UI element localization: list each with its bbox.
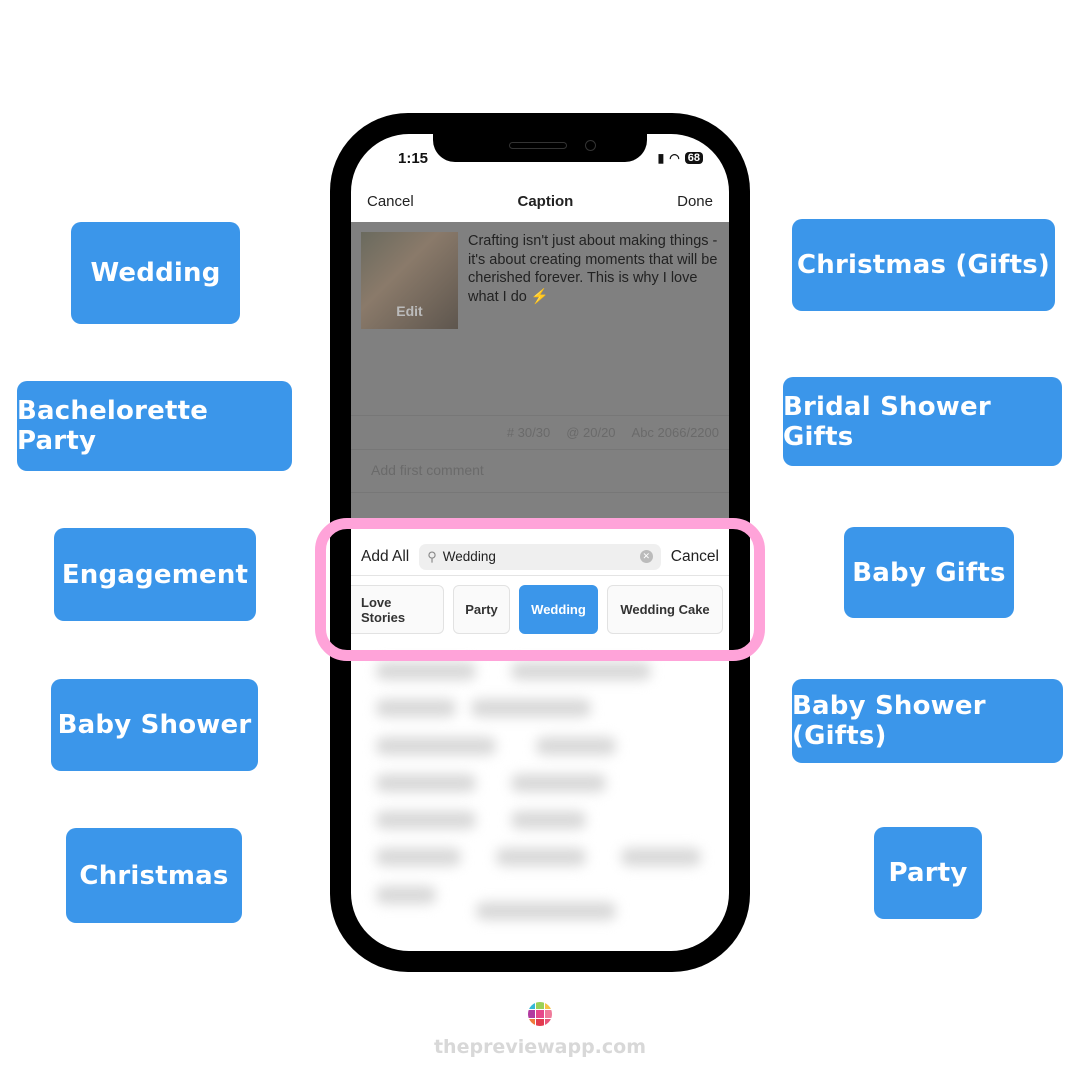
highlight-frame xyxy=(315,518,765,661)
page-title: Caption xyxy=(517,192,574,210)
signal-icon: ▮ xyxy=(657,151,665,165)
tag-baby-gifts: Baby Gifts xyxy=(844,527,1014,618)
tag-baby-shower-gifts: Baby Shower (Gifts) xyxy=(792,679,1063,763)
preview-app-logo xyxy=(528,1002,552,1026)
tag-bridal-shower-gifts: Bridal Shower Gifts xyxy=(783,377,1062,466)
tag-wedding: Wedding xyxy=(71,222,240,324)
edit-label: Edit xyxy=(396,303,423,319)
post-thumbnail[interactable]: Edit xyxy=(361,232,458,329)
tag-christmas-gifts: Christmas (Gifts) xyxy=(792,219,1055,311)
tag-bachelorette-party: Bachelorette Party xyxy=(17,381,292,471)
caption-editor-dimmed: Edit Crafting isn't just about making th… xyxy=(351,222,729,520)
cancel-button[interactable]: Cancel xyxy=(367,193,414,210)
status-time: 1:15 xyxy=(398,150,429,167)
nav-bar: Cancel Caption Done xyxy=(351,180,729,222)
hashtag-count: # 30/30 xyxy=(506,425,551,440)
mention-count: @ 20/20 xyxy=(566,425,616,440)
caption-text[interactable]: Crafting isn't just about making things … xyxy=(468,232,723,306)
notch xyxy=(433,134,647,162)
website-url: thepreviewapp.com xyxy=(433,1036,647,1058)
tag-party: Party xyxy=(874,827,982,919)
first-comment-input[interactable]: Add first comment xyxy=(371,462,484,478)
wifi-icon: ◠ xyxy=(669,151,680,165)
char-count: Abc 2066/2200 xyxy=(631,425,719,440)
tag-engagement: Engagement xyxy=(54,528,256,621)
battery-icon: 68 xyxy=(684,152,703,164)
done-button[interactable]: Done xyxy=(677,193,713,210)
status-icons: ▮ ◠ 68 xyxy=(658,151,703,165)
counters: # 30/30 @ 20/20 Abc 2066/2200 xyxy=(351,415,729,450)
tag-christmas: Christmas xyxy=(66,828,242,923)
tag-baby-shower: Baby Shower xyxy=(51,679,258,771)
